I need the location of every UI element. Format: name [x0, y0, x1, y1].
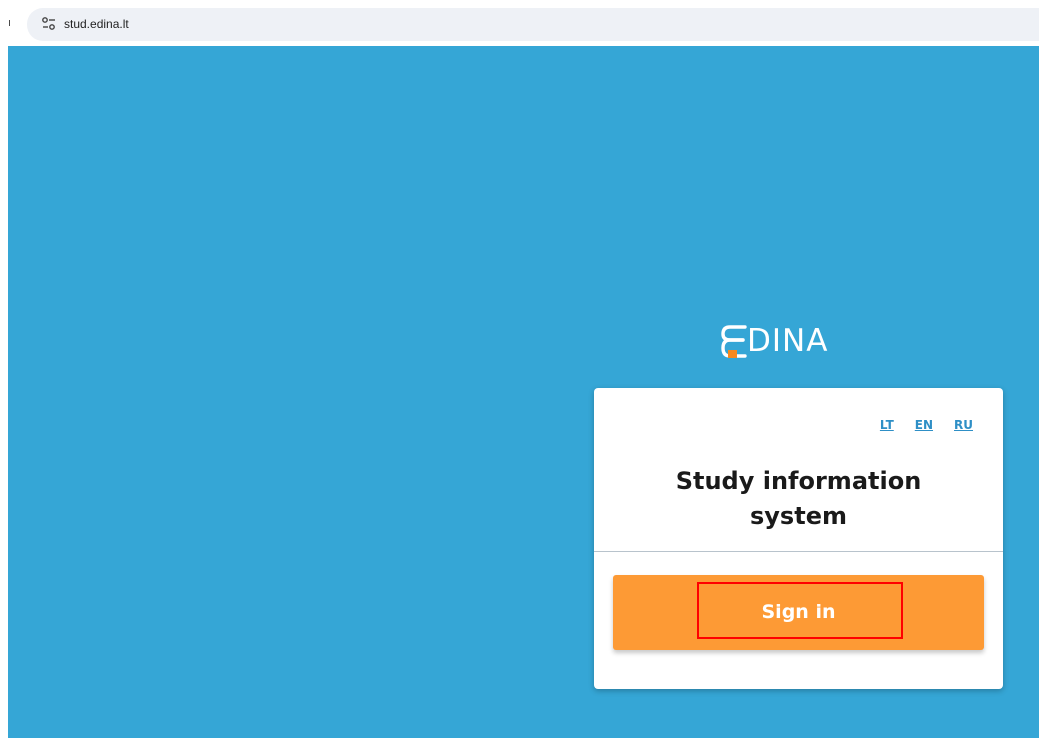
- url-text[interactable]: stud.edina.lt: [64, 17, 129, 31]
- card-divider: [594, 551, 1003, 552]
- language-switcher: LT EN RU: [880, 418, 973, 432]
- highlight-annotation: [697, 582, 903, 639]
- login-card: LT EN RU Study information system Sign i…: [594, 388, 1003, 689]
- page-title: Study information system: [594, 464, 1003, 534]
- browser-address-bar: ı stud.edina.lt: [0, 0, 1039, 46]
- tab-edge-glyph: ı: [8, 17, 12, 29]
- logo-wordmark: DINA: [747, 323, 829, 359]
- language-link-en[interactable]: EN: [915, 418, 933, 432]
- tune-icon[interactable]: [40, 16, 58, 32]
- sign-in-button[interactable]: Sign in: [613, 575, 984, 650]
- page-title-line-1: Study information: [675, 467, 922, 495]
- language-link-lt[interactable]: LT: [880, 418, 894, 432]
- page-title-line-2: system: [750, 502, 847, 530]
- url-field[interactable]: [27, 8, 1039, 41]
- language-link-ru[interactable]: RU: [954, 418, 973, 432]
